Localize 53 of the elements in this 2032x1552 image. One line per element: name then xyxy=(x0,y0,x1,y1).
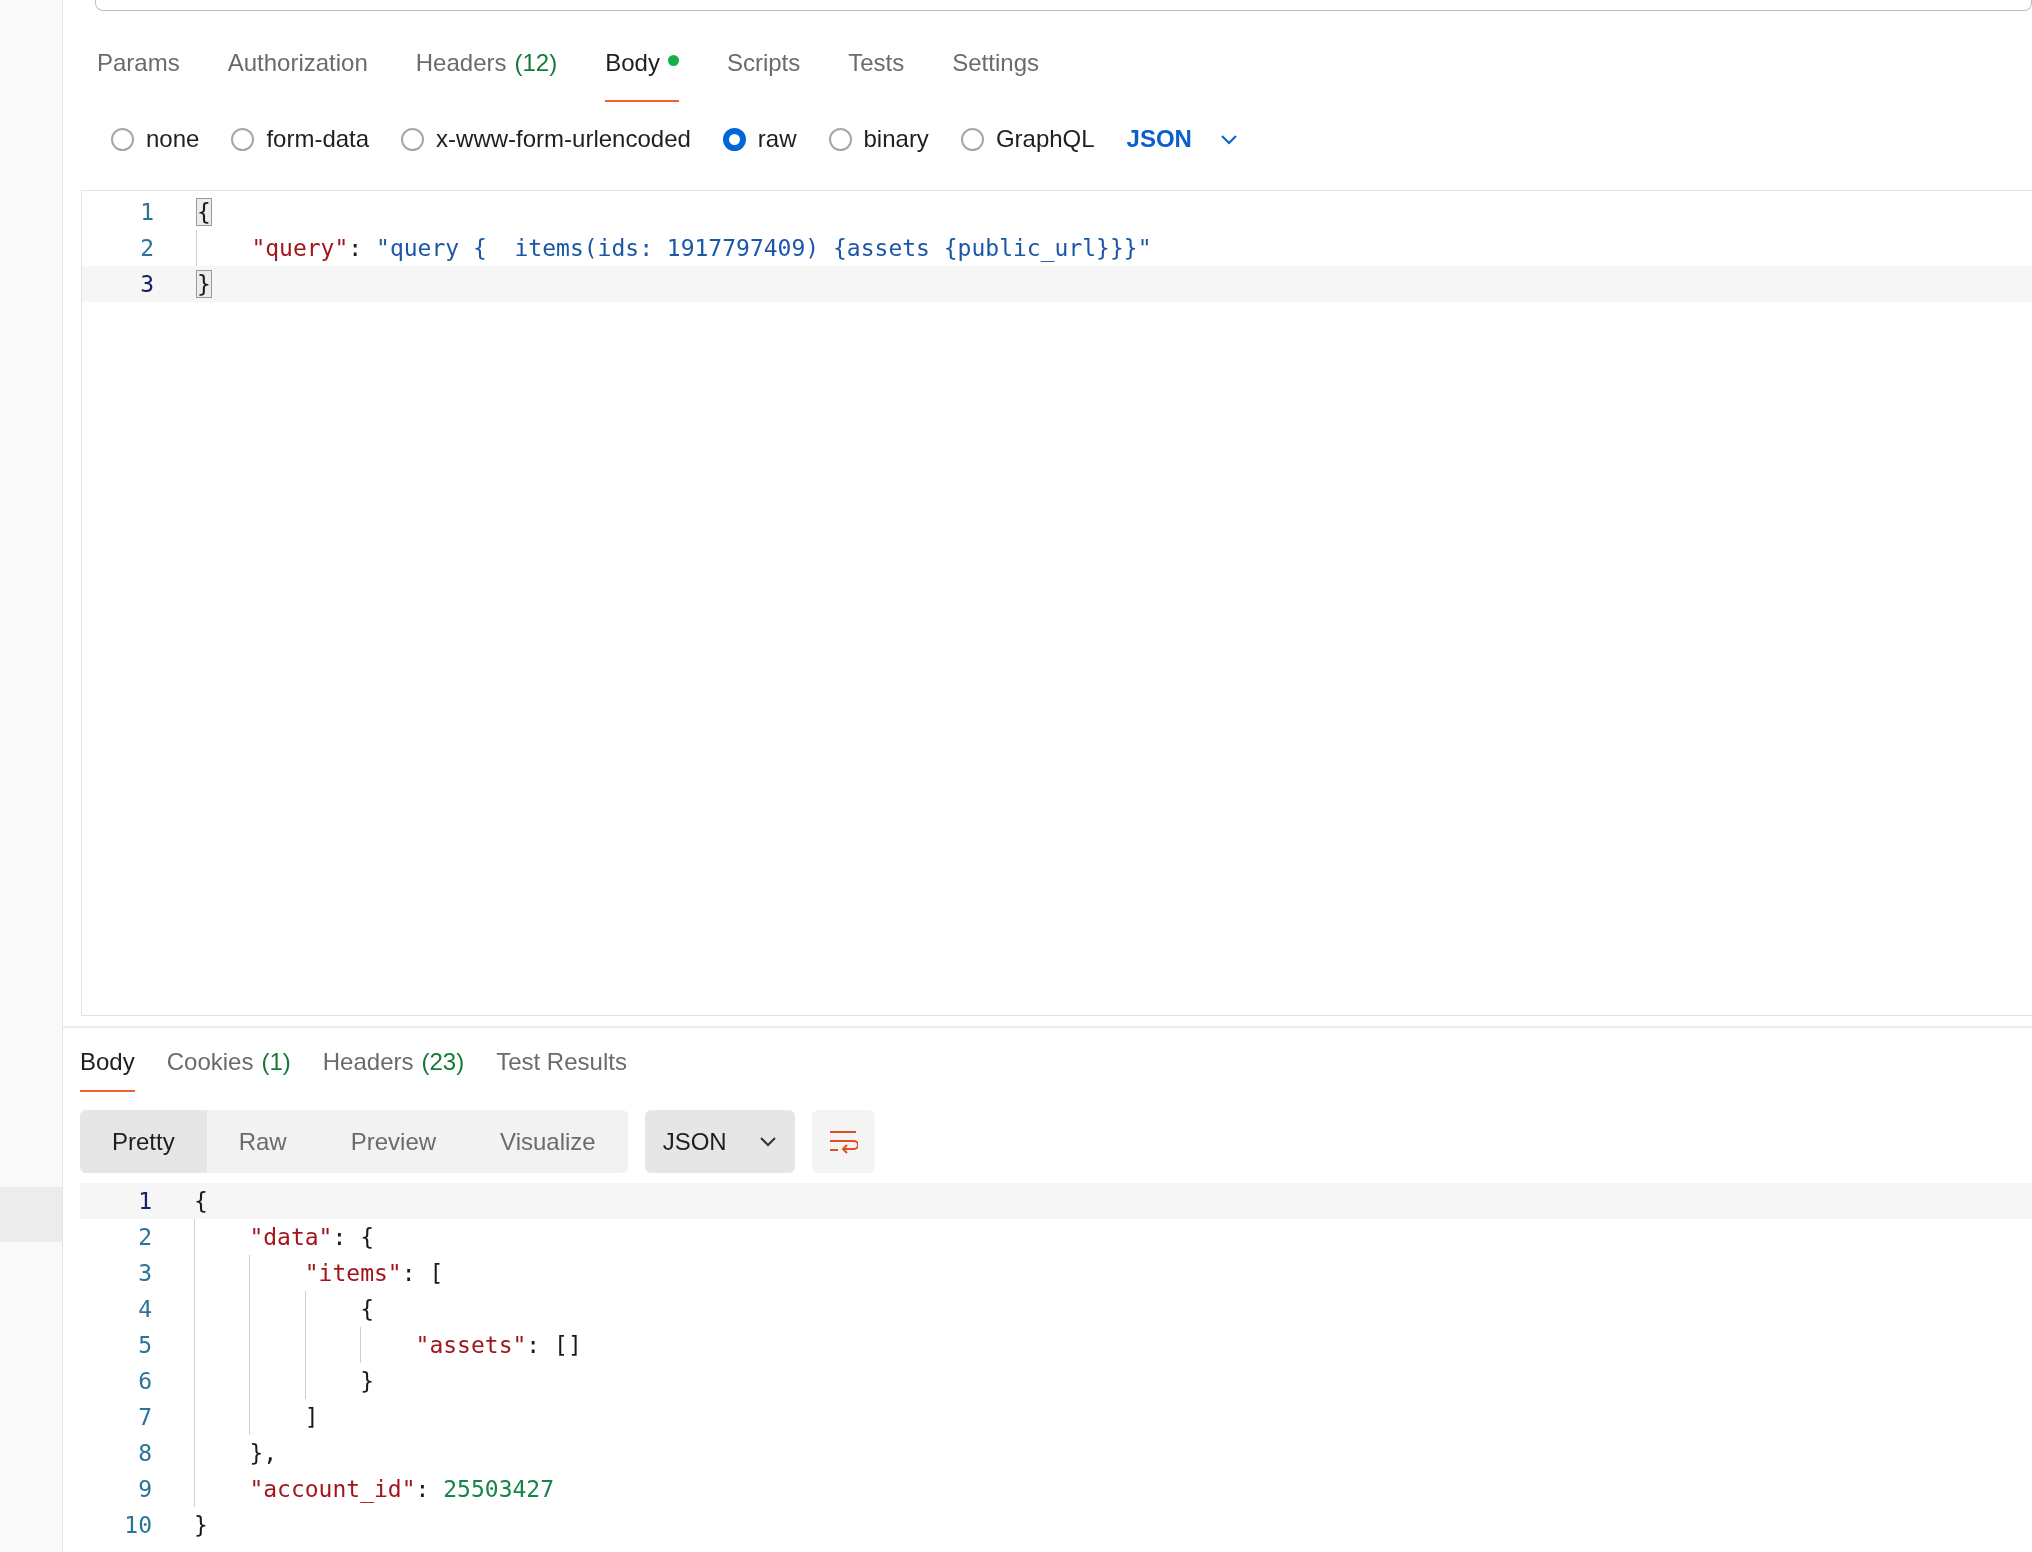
view-mode-tab[interactable]: Preview xyxy=(318,1110,469,1173)
code-line: ] xyxy=(303,1402,319,1432)
request-tab[interactable]: Params xyxy=(97,45,180,102)
code-line: { xyxy=(359,1294,374,1324)
body-type-radio[interactable]: binary xyxy=(828,121,929,157)
line-number: 8 xyxy=(137,1438,152,1468)
code-line: "query": "query { items(ids: 1917797409) {assets {public_url}}}" xyxy=(250,233,1152,264)
code-line: } xyxy=(359,1366,374,1396)
line-number: 10 xyxy=(123,1510,152,1540)
code-line: } xyxy=(194,1510,208,1540)
code-line: { xyxy=(194,1186,208,1216)
line-number: 1 xyxy=(139,197,154,227)
response-tab[interactable]: Test Results xyxy=(496,1044,627,1092)
request-tab[interactable]: Headers (12) xyxy=(415,45,558,102)
body-type-radio[interactable]: raw xyxy=(722,121,797,157)
body-type-radio[interactable]: none xyxy=(111,121,200,157)
line-number: 5 xyxy=(137,1330,152,1360)
request-tab[interactable]: Settings xyxy=(952,45,1039,102)
code-line: "assets": [] xyxy=(414,1330,582,1360)
code-line: "account_id": 25503427 xyxy=(248,1474,555,1505)
response-tab[interactable]: Headers (23) xyxy=(322,1044,465,1092)
view-mode-tab[interactable]: Pretty xyxy=(80,1110,207,1173)
request-body-editor[interactable]: 1 { 2 "query": "query { items(ids: 1917797409) {assets {public_url}}}" 3 } xyxy=(81,190,2032,1016)
body-type-radio[interactable]: form-data xyxy=(231,121,370,157)
line-number: 9 xyxy=(137,1474,152,1504)
request-tab[interactable]: Authorization xyxy=(227,45,368,102)
body-type-radio[interactable]: x-www-form-urlencoded xyxy=(401,121,691,157)
response-tab[interactable]: Cookies (1) xyxy=(166,1044,291,1092)
line-number: 4 xyxy=(137,1294,152,1324)
line-number: 1 xyxy=(137,1186,152,1216)
body-type-radio[interactable]: GraphQL xyxy=(960,121,1095,157)
request-tab[interactable]: Tests xyxy=(848,45,905,102)
code-line: }, xyxy=(248,1438,278,1468)
code-line: "data": { xyxy=(248,1222,375,1252)
response-tab[interactable]: Body xyxy=(80,1044,135,1092)
format-dropdown[interactable]: JSON xyxy=(644,1110,795,1173)
line-number: 6 xyxy=(137,1366,152,1396)
format-dropdown[interactable]: JSON xyxy=(1126,121,1238,157)
line-number: 3 xyxy=(139,269,154,299)
view-mode-tab[interactable]: Raw xyxy=(206,1110,319,1173)
request-tab[interactable]: Scripts xyxy=(726,45,801,102)
line-number: 2 xyxy=(137,1222,152,1252)
code-line: "items": [ xyxy=(303,1258,444,1288)
line-number: 3 xyxy=(137,1258,152,1288)
view-mode-tab[interactable]: Visualize xyxy=(468,1110,628,1173)
request-tab[interactable]: Body xyxy=(605,45,679,102)
chevron-down-icon xyxy=(1219,133,1238,145)
chevron-down-icon xyxy=(758,1136,777,1147)
url-field[interactable] xyxy=(95,0,2032,11)
wrap-lines-icon xyxy=(828,1128,859,1155)
line-number: 7 xyxy=(137,1402,152,1432)
wrap-lines-button[interactable] xyxy=(811,1110,875,1173)
line-number: 2 xyxy=(139,233,154,263)
